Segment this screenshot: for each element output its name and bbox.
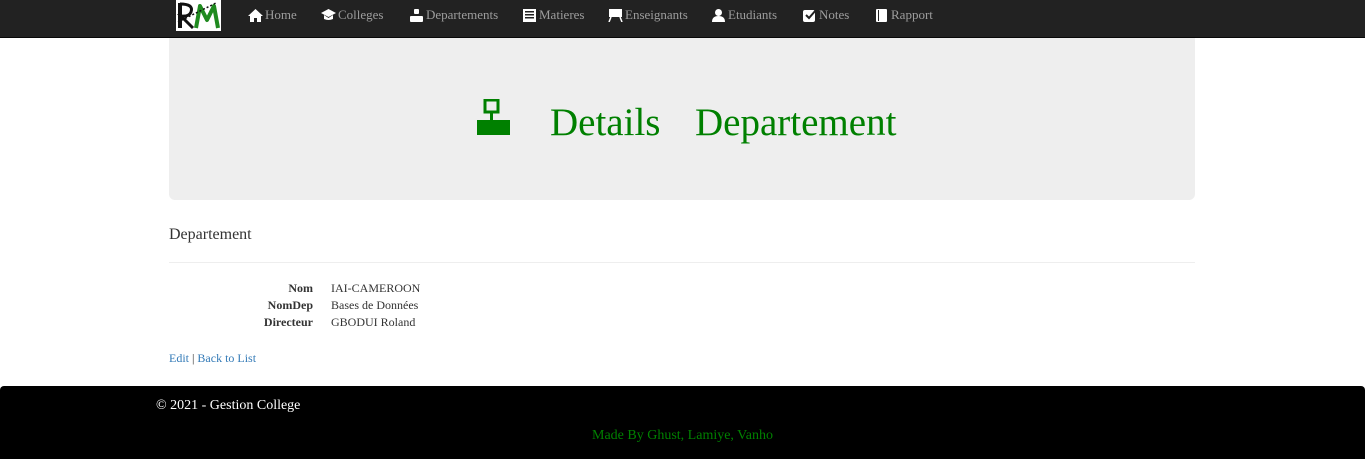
nav-matieres[interactable]: Matieres (522, 0, 584, 30)
section-title: Departement (169, 226, 252, 243)
detail-row-directeur: Directeur GBODUI Roland (169, 314, 669, 331)
nav-departements[interactable]: Departements (409, 0, 498, 30)
detail-value: IAI-CAMEROON (331, 281, 421, 295)
user-badge-icon (409, 8, 424, 22)
graduation-cap-icon (321, 8, 336, 22)
list-alt-icon (522, 8, 537, 22)
link-separator: | (192, 351, 195, 365)
nav-enseignants-label: Enseignants (625, 7, 688, 22)
top-navbar: Home Colleges Departements Matieres Ense… (0, 0, 1365, 38)
check-icon (802, 8, 817, 22)
detail-value: Bases de Données (331, 298, 419, 312)
nav-rapport-label: Rapport (891, 7, 933, 22)
page-title-details: Details (550, 101, 661, 144)
nav-colleges[interactable]: Colleges (321, 0, 384, 30)
copyright-text: © 2021 - Gestion College (156, 398, 301, 413)
page-title-departement: Departement (695, 101, 897, 144)
action-links: Edit | Back to List (169, 350, 256, 367)
detail-label: NomDep (267, 298, 313, 312)
nav-enseignants[interactable]: Enseignants (608, 0, 688, 30)
detail-label: Directeur (263, 315, 313, 329)
detail-label: Nom (288, 281, 313, 295)
nav-rapport[interactable]: Rapport (874, 0, 933, 30)
edit-link[interactable]: Edit (169, 351, 189, 365)
detail-row-nomdep: NomDep Bases de Données (169, 297, 669, 314)
brand-logo[interactable] (176, 0, 221, 31)
detail-value: GBODUI Roland (331, 315, 416, 329)
nav-departements-label: Departements (426, 7, 499, 22)
credits-text: Made By Ghust, Lamiye, Vanho (592, 428, 773, 443)
nav-etudiants-label: Etudiants (728, 7, 778, 22)
footer: © 2021 - Gestion College Made By Ghust, … (0, 386, 1365, 459)
blackboard-icon (608, 8, 623, 22)
book-icon (874, 8, 889, 22)
nav-home[interactable]: Home (248, 0, 297, 30)
page-header (169, 38, 1195, 200)
nav-notes-label: Notes (819, 7, 850, 22)
user-icon (711, 8, 726, 22)
sitemap-icon (476, 98, 512, 137)
nav-matieres-label: Matieres (539, 7, 585, 22)
home-icon (248, 8, 263, 22)
detail-row-nom: Nom IAI-CAMEROON (169, 280, 669, 297)
divider (169, 262, 1195, 263)
nav-notes[interactable]: Notes (802, 0, 849, 30)
nav-etudiants[interactable]: Etudiants (711, 0, 777, 30)
nav-colleges-label: Colleges (338, 7, 384, 22)
back-to-list-link[interactable]: Back to List (197, 351, 256, 365)
nav-home-label: Home (265, 7, 297, 22)
